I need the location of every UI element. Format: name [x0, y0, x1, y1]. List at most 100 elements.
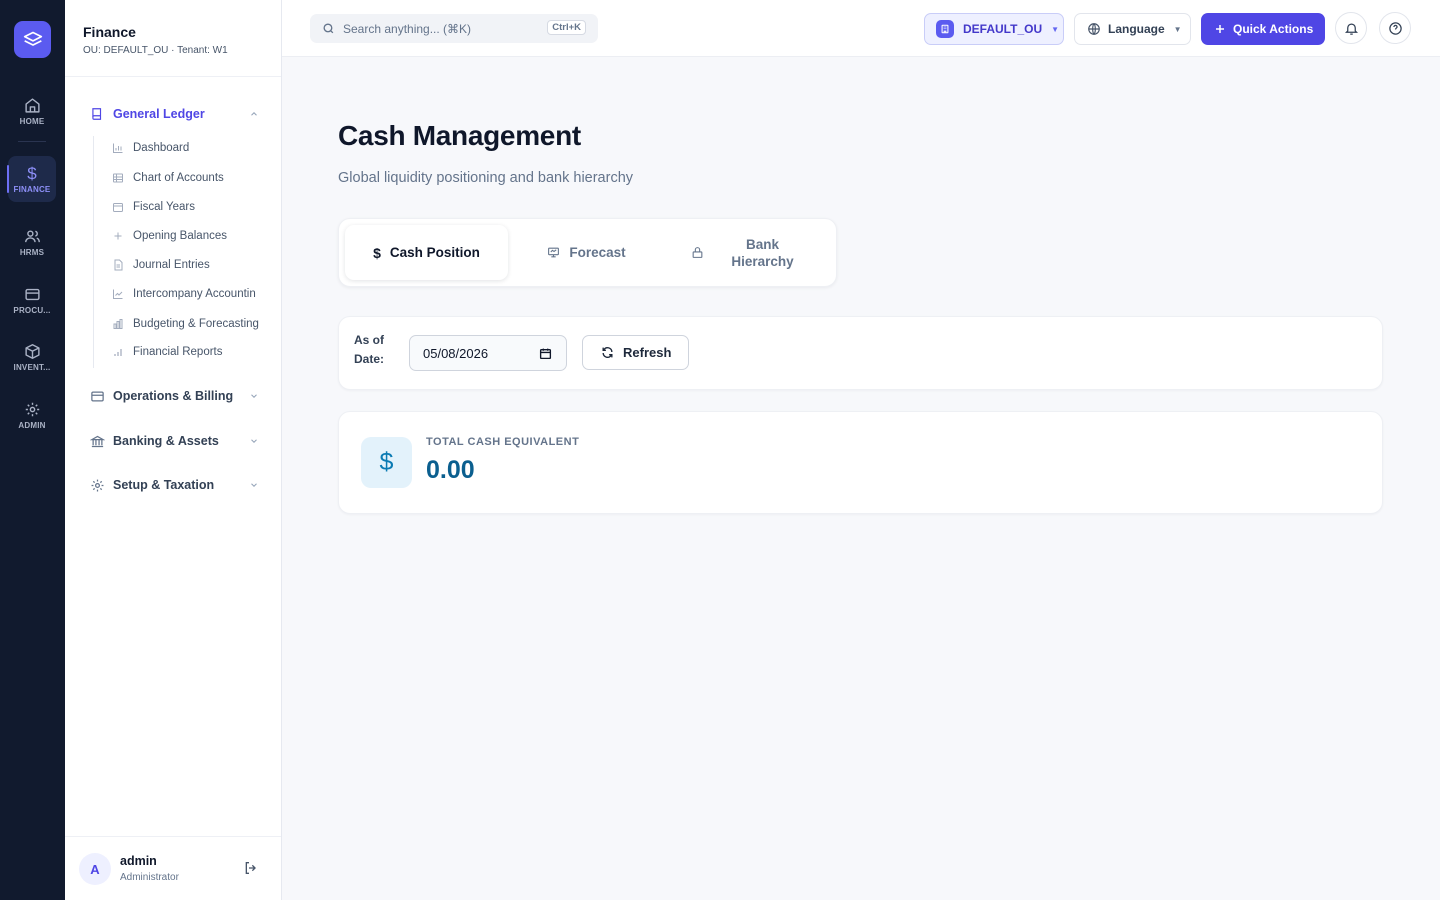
users-icon — [24, 229, 40, 242]
lock-icon — [691, 246, 704, 259]
date-value: 05/08/2026 — [423, 345, 489, 361]
rail-item-finance[interactable]: $ FINANCE — [7, 156, 56, 202]
notifications-button[interactable] — [1335, 12, 1367, 44]
help-icon — [1388, 21, 1402, 35]
rail-item-hrms[interactable]: HRMS — [8, 219, 56, 265]
plus-icon — [112, 230, 124, 242]
sidebar-item-label: Chart of Accounts — [133, 172, 224, 184]
tab-bank-hierarchy[interactable]: Bank Hierarchy — [679, 225, 809, 280]
avatar[interactable]: A — [79, 853, 111, 885]
sidebar-item-journal-entries[interactable]: Journal Entries — [112, 259, 270, 271]
rail-item-inventory[interactable]: INVENT... — [8, 334, 56, 380]
building-icon — [936, 20, 954, 38]
document-icon — [112, 259, 124, 271]
filter-card: As of Date: 05/08/2026 Refresh — [338, 316, 1383, 390]
total-cash-label: TOTAL CASH EQUIVALENT — [426, 436, 580, 448]
language-label: Language — [1108, 22, 1165, 36]
chevron-down-icon — [249, 435, 259, 449]
search-icon — [323, 23, 334, 34]
card-icon — [24, 288, 40, 300]
search-box[interactable]: Ctrl+K — [310, 14, 598, 43]
bank-icon — [89, 433, 105, 449]
as-of-date-label: As of Date: — [354, 333, 385, 366]
sidebar-group-label: General Ledger — [113, 107, 205, 121]
module-sidebar: Finance OU: DEFAULT_OU · Tenant: W1 — [65, 0, 282, 900]
gear-icon — [25, 402, 39, 416]
logout-button[interactable] — [243, 860, 259, 881]
sidebar-user-footer: A admin Administrator — [65, 836, 281, 900]
calendar-icon — [112, 201, 124, 213]
calendar-icon[interactable] — [539, 347, 552, 363]
as-of-date-input[interactable]: 05/08/2026 — [409, 335, 567, 371]
refresh-button[interactable]: Refresh — [582, 335, 689, 370]
sidebar-group-label: Banking & Assets — [113, 434, 219, 448]
page-subtitle: Global liquidity positioning and bank hi… — [338, 170, 634, 186]
page-title: Cash Management — [338, 120, 581, 151]
rail-label: ADMIN — [18, 420, 46, 430]
card-icon — [89, 388, 105, 404]
globe-icon — [1088, 23, 1100, 35]
sidebar-group-banking-assets[interactable]: Banking & Assets — [89, 433, 259, 449]
caret-down-icon: ▼ — [1173, 24, 1182, 34]
rail-item-procurement[interactable]: PROCU... — [8, 277, 56, 323]
view-tabs: $ Cash Position Forecast Bank Hierarchy — [338, 218, 837, 287]
tab-label: Cash Position — [389, 245, 480, 260]
line-chart-icon — [112, 288, 124, 300]
presentation-icon — [547, 246, 560, 259]
sidebar-item-fiscal-years[interactable]: Fiscal Years — [112, 201, 270, 213]
search-input[interactable] — [343, 21, 533, 36]
app-logo[interactable] — [14, 21, 51, 58]
rail-label: PROCU... — [13, 305, 51, 315]
ou-label: DEFAULT_OU — [963, 22, 1043, 36]
help-button[interactable] — [1379, 12, 1411, 44]
sidebar-item-label: Journal Entries — [133, 259, 210, 271]
sidebar-item-budgeting-forecasting[interactable]: Budgeting & Forecasting — [112, 318, 270, 330]
search-shortcut-badge: Ctrl+K — [547, 20, 586, 35]
book-icon — [89, 106, 105, 122]
plus-icon — [1216, 25, 1224, 33]
sidebar-item-chart-of-accounts[interactable]: Chart of Accounts — [112, 172, 270, 184]
home-icon — [24, 97, 40, 113]
dollar-icon: $ — [373, 244, 381, 261]
sidebar-header: Finance OU: DEFAULT_OU · Tenant: W1 — [65, 0, 281, 77]
sidebar-item-intercompany-accounting[interactable]: Intercompany Accountin — [112, 288, 270, 300]
sidebar-item-label: Fiscal Years — [133, 201, 196, 213]
refresh-icon — [601, 346, 614, 359]
rail-item-admin[interactable]: ADMIN — [8, 392, 56, 438]
language-selector-button[interactable]: Language ▼ — [1074, 13, 1191, 45]
sidebar-item-opening-balances[interactable]: Opening Balances — [112, 230, 270, 242]
sidebar-item-label: Financial Reports — [133, 346, 223, 358]
user-role: Administrator — [120, 872, 179, 883]
box-icon — [24, 343, 40, 359]
rail-item-home[interactable]: HOME — [8, 88, 56, 134]
sidebar-item-label: Dashboard — [133, 142, 190, 154]
sidebar-item-financial-reports[interactable]: Financial Reports — [112, 346, 270, 358]
rail-label: HRMS — [19, 247, 45, 257]
chevron-up-icon — [249, 108, 259, 122]
quick-actions-label: Quick Actions — [1233, 22, 1314, 36]
tab-forecast[interactable]: Forecast — [534, 225, 639, 280]
sidebar-group-operations-billing[interactable]: Operations & Billing — [89, 388, 259, 404]
quick-actions-button[interactable]: Quick Actions — [1201, 13, 1325, 45]
bar-chart-icon — [112, 142, 124, 154]
app-rail: HOME $ FINANCE HRMS PROCU... INVENT... A… — [0, 0, 65, 900]
rail-divider — [18, 141, 46, 142]
top-bar: Ctrl+K DEFAULT_OU ▼ Language ▼ Quick Act… — [282, 0, 1440, 57]
tab-cash-position[interactable]: $ Cash Position — [345, 225, 508, 280]
refresh-label: Refresh — [623, 345, 672, 360]
sidebar-group-general-ledger[interactable]: General Ledger — [89, 106, 259, 122]
gear-icon — [89, 477, 105, 493]
sidebar-item-dashboard[interactable]: Dashboard — [112, 142, 270, 154]
table-icon — [112, 172, 124, 184]
sidebar-group-setup-taxation[interactable]: Setup & Taxation — [89, 477, 259, 493]
chevron-down-icon — [249, 479, 259, 493]
sidebar-group-label: Operations & Billing — [113, 389, 234, 403]
rail-label: FINANCE — [13, 184, 51, 194]
sidebar-item-label: Opening Balances — [133, 230, 227, 242]
ou-selector-button[interactable]: DEFAULT_OU ▼ — [924, 13, 1064, 45]
user-name: admin — [120, 854, 157, 868]
chevron-down-icon — [249, 390, 259, 404]
rail-label: HOME — [19, 116, 45, 126]
rail-label: INVENT... — [13, 362, 51, 372]
layers-icon — [23, 31, 42, 46]
